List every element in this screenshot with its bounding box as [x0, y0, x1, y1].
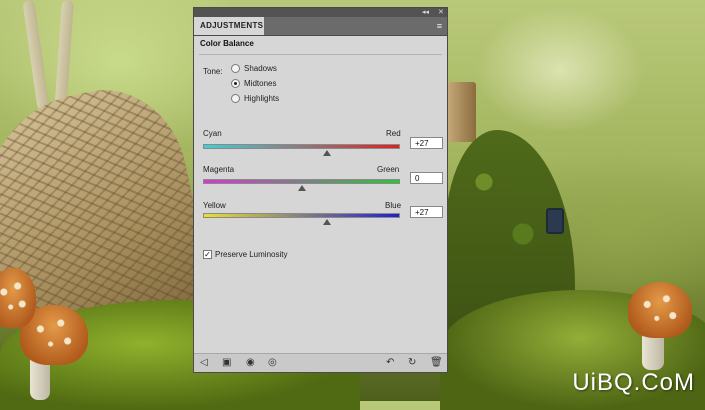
- tone-option-shadows[interactable]: Shadows: [231, 62, 277, 74]
- cyan-red-value-input[interactable]: +27: [410, 137, 443, 149]
- tone-option-highlights[interactable]: Highlights: [231, 92, 279, 104]
- radio-shadows[interactable]: [231, 63, 240, 73]
- lantern: [546, 208, 564, 234]
- slider-left-label: Cyan: [203, 129, 222, 138]
- panel-titlebar: ◂◂ ✕: [194, 8, 447, 17]
- slider-right-label: Blue: [385, 201, 402, 210]
- panel-bottom-toolbar: ◁ ▣ ◉ ◎ ↶ ↻ 🗑: [194, 353, 447, 372]
- panel-menu-icon[interactable]: ≡: [437, 21, 442, 31]
- magenta-green-slider-thumb[interactable]: [298, 185, 306, 191]
- snail-antenna: [22, 0, 50, 111]
- collapse-button[interactable]: ◂◂: [422, 8, 429, 17]
- cyan-red-slider-track[interactable]: [203, 144, 400, 149]
- checkbox-label: Preserve Luminosity: [215, 250, 288, 259]
- preserve-luminosity-option[interactable]: ✓ Preserve Luminosity: [203, 250, 287, 259]
- mushroom-cap: [628, 282, 692, 338]
- slider-left-label: Magenta: [203, 165, 235, 174]
- radio-midtones[interactable]: [231, 78, 240, 88]
- trash-icon[interactable]: 🗑: [430, 357, 443, 369]
- preserve-luminosity-checkbox[interactable]: ✓: [203, 250, 212, 259]
- visibility-eye-icon[interactable]: ◉: [246, 357, 255, 369]
- back-arrow-icon[interactable]: ◁: [200, 357, 208, 369]
- tone-label: Tone:: [203, 67, 223, 76]
- magenta-green-slider-track[interactable]: [203, 179, 400, 184]
- close-icon[interactable]: ✕: [438, 8, 444, 17]
- yellow-blue-slider-thumb[interactable]: [323, 219, 331, 225]
- cyan-red-slider-thumb[interactable]: [323, 150, 331, 156]
- watermark-text: UiBQ.CoM: [572, 369, 695, 396]
- house-chimney: [448, 82, 476, 142]
- tab-adjustments[interactable]: ADJUSTMENTS: [194, 17, 264, 35]
- radio-label: Shadows: [244, 63, 277, 73]
- radio-label: Highlights: [244, 93, 280, 103]
- radio-highlights[interactable]: [231, 93, 240, 103]
- magenta-green-value-input[interactable]: 0: [410, 172, 443, 184]
- slider-left-label: Yellow: [203, 201, 226, 210]
- adjustment-title: Color Balance: [200, 39, 254, 48]
- previous-state-icon[interactable]: ↶: [386, 357, 394, 369]
- reset-icon[interactable]: ↻: [408, 357, 416, 369]
- slider-right-label: Green: [377, 165, 400, 174]
- eye-icon[interactable]: ◎: [268, 357, 277, 369]
- radio-label: Midtones: [244, 78, 277, 88]
- yellow-blue-value-input[interactable]: +27: [410, 206, 443, 218]
- yellow-blue-slider-track[interactable]: [203, 213, 400, 218]
- clip-layer-icon[interactable]: ▣: [222, 357, 231, 369]
- panel-tab-row: ADJUSTMENTS ≡: [194, 17, 447, 36]
- adjustments-panel: ◂◂ ✕ ADJUSTMENTS ≡ Color Balance Tone: S…: [193, 7, 448, 373]
- slider-right-label: Red: [386, 129, 401, 138]
- divider: [199, 54, 442, 55]
- tone-option-midtones[interactable]: Midtones: [231, 77, 276, 89]
